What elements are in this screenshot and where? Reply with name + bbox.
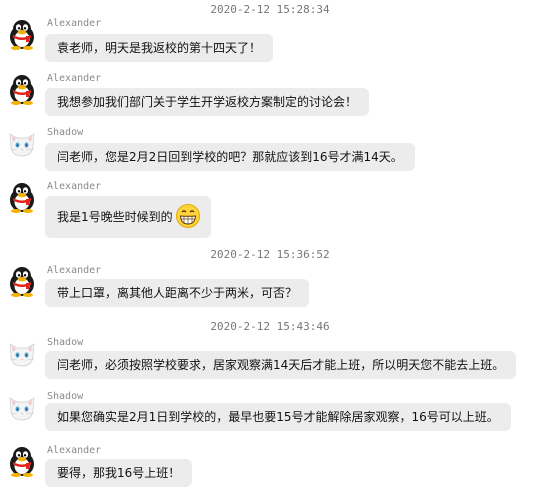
timestamp: 2020-2-12 15:36:52 bbox=[210, 248, 330, 261]
message-text: 我想参加我们部门关于学生开学返校方案制定的讨论会！ bbox=[57, 95, 358, 109]
sender-name: Alexander bbox=[47, 73, 102, 84]
message-bubble[interactable]: 闫老师，您是2月2日回到学校的吧？那就应该到16号才满14天。 bbox=[45, 143, 415, 171]
penguin-avatar-icon[interactable] bbox=[6, 18, 38, 50]
sender-name: Alexander bbox=[47, 18, 102, 29]
cat-avatar-icon[interactable] bbox=[6, 391, 38, 423]
message-text: 带上口罩，离其他人距离不少于两米，可否？ bbox=[57, 286, 298, 300]
message-text: 如果您确实是2月1日到学校的，最早也要15号才能解除居家观察，16号可以上班。 bbox=[57, 410, 499, 424]
message-bubble[interactable]: 我想参加我们部门关于学生开学返校方案制定的讨论会！ bbox=[45, 88, 370, 116]
timestamp: 2020-2-12 15:28:34 bbox=[210, 3, 330, 16]
message-text: 闫老师，您是2月2日回到学校的吧？那就应该到16号才满14天。 bbox=[57, 150, 403, 164]
sender-name: Alexander bbox=[47, 181, 102, 192]
message-text: 我是1号晚些时候到的 bbox=[57, 210, 173, 224]
penguin-avatar-icon[interactable] bbox=[6, 445, 38, 477]
sender-name: Shadow bbox=[47, 391, 84, 402]
timestamp: 2020-2-12 15:43:46 bbox=[210, 320, 330, 333]
message-bubble[interactable]: 我是1号晚些时候到的 bbox=[45, 196, 211, 238]
message-bubble[interactable]: 如果您确实是2月1日到学校的，最早也要15号才能解除居家观察，16号可以上班。 bbox=[45, 403, 511, 431]
message-bubble[interactable]: 要得，那我16号上班！ bbox=[45, 459, 193, 487]
message-bubble[interactable]: 袁老师，明天是我返校的第十四天了！ bbox=[45, 34, 274, 62]
penguin-avatar-icon[interactable] bbox=[6, 265, 38, 297]
sender-name: Alexander bbox=[47, 445, 102, 456]
sender-name: Shadow bbox=[47, 337, 84, 348]
cat-avatar-icon[interactable] bbox=[6, 337, 38, 369]
sender-name: Shadow bbox=[47, 127, 84, 138]
message-text: 闫老师，必须按照学校要求，居家观察满14天后才能上班，所以明天您不能去上班。 bbox=[57, 358, 505, 372]
cat-avatar-icon[interactable] bbox=[6, 127, 38, 159]
message-text: 袁老师，明天是我返校的第十四天了！ bbox=[57, 41, 262, 55]
grinning-face-emoji-icon bbox=[175, 204, 200, 228]
penguin-avatar-icon[interactable] bbox=[6, 181, 38, 213]
message-text: 要得，那我16号上班！ bbox=[57, 466, 181, 480]
message-bubble[interactable]: 带上口罩，离其他人距离不少于两米，可否？ bbox=[45, 279, 310, 307]
sender-name: Alexander bbox=[47, 265, 102, 276]
message-bubble[interactable]: 闫老师，必须按照学校要求，居家观察满14天后才能上班，所以明天您不能去上班。 bbox=[45, 351, 517, 379]
penguin-avatar-icon[interactable] bbox=[6, 73, 38, 105]
